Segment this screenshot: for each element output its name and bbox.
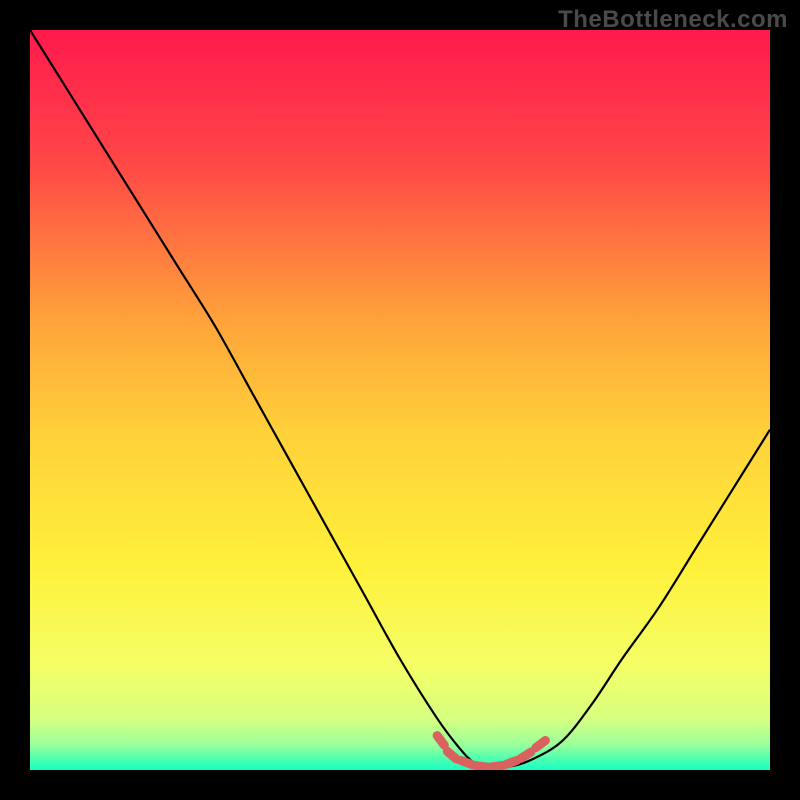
trough-marker: [505, 760, 516, 764]
watermark-text: TheBottleneck.com: [558, 6, 788, 34]
trough-marker: [437, 736, 444, 746]
trough-marker: [490, 766, 502, 767]
bottleneck-chart: [30, 30, 770, 770]
trough-marker: [447, 751, 456, 759]
plot-area: [30, 30, 770, 770]
trough-marker: [536, 741, 546, 748]
trough-marker: [461, 760, 472, 764]
trough-marker: [475, 766, 487, 767]
trough-marker: [521, 752, 531, 758]
chart-frame: TheBottleneck.com: [0, 0, 800, 800]
